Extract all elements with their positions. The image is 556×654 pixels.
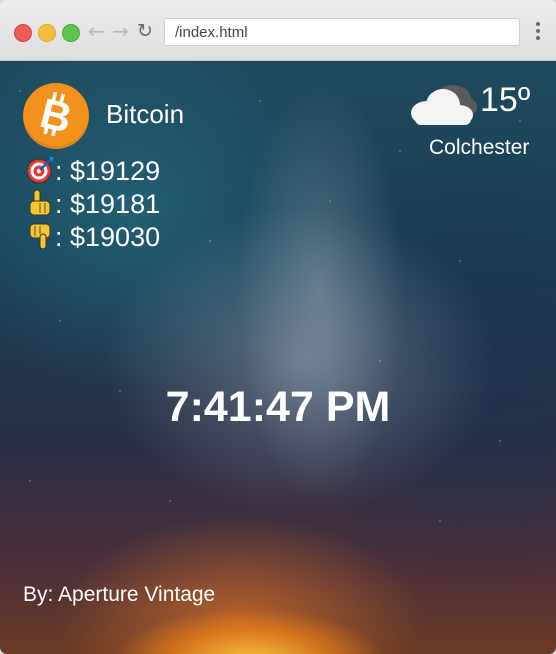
pointing-up-icon: [29, 189, 51, 216]
low-price: : $19030: [55, 222, 161, 252]
current-price: : $19129: [55, 156, 161, 186]
back-arrow-icon[interactable]: ←: [88, 20, 105, 42]
address-bar[interactable]: /index.html: [164, 18, 520, 46]
bitcoin-logo-icon: B: [23, 83, 89, 149]
cloud-icon: [411, 85, 477, 125]
page-viewport: B Bitcoin : $19129: $19181: $19030 15º…: [0, 61, 556, 654]
clock-time: 7:41:47 PM: [165, 383, 391, 431]
city-name: Colchester: [429, 136, 530, 159]
maximize-window-button[interactable]: [62, 24, 80, 42]
high-price-row: : $19181: [25, 189, 160, 220]
coin-name: Bitcoin: [106, 99, 185, 129]
browser-menu-icon[interactable]: [535, 22, 541, 44]
address-bar-url: /index.html: [175, 24, 248, 41]
current-price-row: : $19129: [25, 156, 160, 187]
target-icon: [26, 157, 54, 184]
close-window-button[interactable]: [14, 24, 32, 42]
reload-icon[interactable]: ↻: [137, 20, 153, 42]
minimize-window-button[interactable]: [38, 24, 56, 42]
pointing-down-icon: [29, 223, 51, 250]
forward-arrow-icon[interactable]: →: [112, 20, 129, 42]
low-price-row: : $19030: [25, 222, 160, 253]
temperature: 15º: [480, 81, 531, 119]
browser-toolbar: ← → ↻ /index.html: [0, 0, 556, 61]
high-price: : $19181: [55, 189, 161, 219]
photo-credit: By: Aperture Vintage: [23, 583, 216, 606]
svg-text:B: B: [36, 89, 77, 142]
browser-window: ← → ↻ /index.html B Bitcoin: $19129: $…: [0, 0, 556, 654]
